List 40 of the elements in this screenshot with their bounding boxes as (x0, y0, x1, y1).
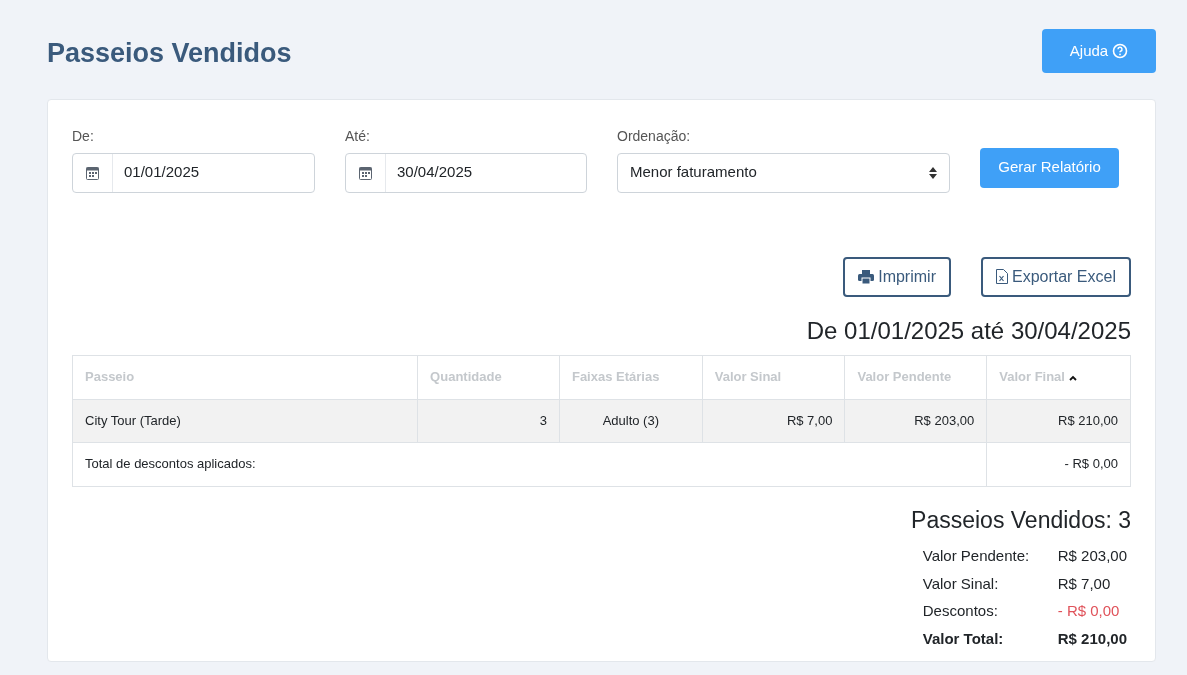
summary-value: R$ 203,00 (1057, 546, 1127, 566)
summary-label: Valor Pendente: (922, 546, 1031, 566)
summary-label: Descontos: (922, 601, 999, 621)
sort-select[interactable]: Menor faturamento (617, 152, 950, 193)
discount-label: Total de descontos aplicados: (85, 456, 256, 472)
table-cell: R$ 7,00 (786, 412, 833, 428)
summary-value: R$ 7,00 (1057, 573, 1112, 594)
sort-ascending-icon (1068, 374, 1077, 381)
table-cell: Adulto (3) (602, 412, 659, 428)
generate-report-button[interactable]: Gerar Relatório (980, 147, 1119, 188)
column-header[interactable]: Passeio (85, 369, 135, 385)
summary-title: Passeios Vendidos: 3 (911, 505, 1131, 535)
summary-value: R$ 210,00 (1057, 628, 1127, 649)
summary-label: Valor Sinal: (922, 573, 1000, 594)
column-header[interactable]: Valor Final (999, 369, 1077, 385)
printer-icon (858, 269, 875, 284)
report-period: De 01/01/2025 até 30/04/2025 (805, 315, 1131, 346)
table-cell: R$ 203,00 (914, 412, 975, 428)
sort-arrows-icon (929, 166, 937, 179)
discount-value: - R$ 0,00 (1064, 456, 1118, 472)
field-label: Até: (345, 126, 371, 146)
export-excel-button[interactable]: Exportar Excel (980, 256, 1131, 297)
help-icon (1112, 43, 1129, 60)
spreadsheet-file-icon (995, 269, 1008, 284)
date-field[interactable]: 01/01/2025 (72, 152, 315, 193)
table-cell: R$ 210,00 (1058, 412, 1118, 428)
field-label: De: (72, 126, 95, 146)
calendar-icon (86, 165, 99, 180)
table-cell: City Tour (Tarde) (85, 412, 181, 428)
summary-label: Valor Total: (922, 628, 1005, 649)
date-field[interactable]: 30/04/2025 (345, 152, 587, 193)
print-button[interactable]: Imprimir (843, 256, 951, 297)
column-header[interactable]: Valor Sinal (714, 369, 782, 385)
column-header[interactable]: Quantidade (430, 369, 502, 385)
calendar-icon (359, 165, 372, 180)
field-label: Ordenação: (617, 126, 692, 146)
summary-value: - R$ 0,00 (1057, 601, 1121, 621)
help-button[interactable]: Ajuda (1042, 29, 1156, 74)
table-cell: 3 (539, 412, 547, 428)
page-title: Passeios Vendidos (47, 37, 292, 70)
